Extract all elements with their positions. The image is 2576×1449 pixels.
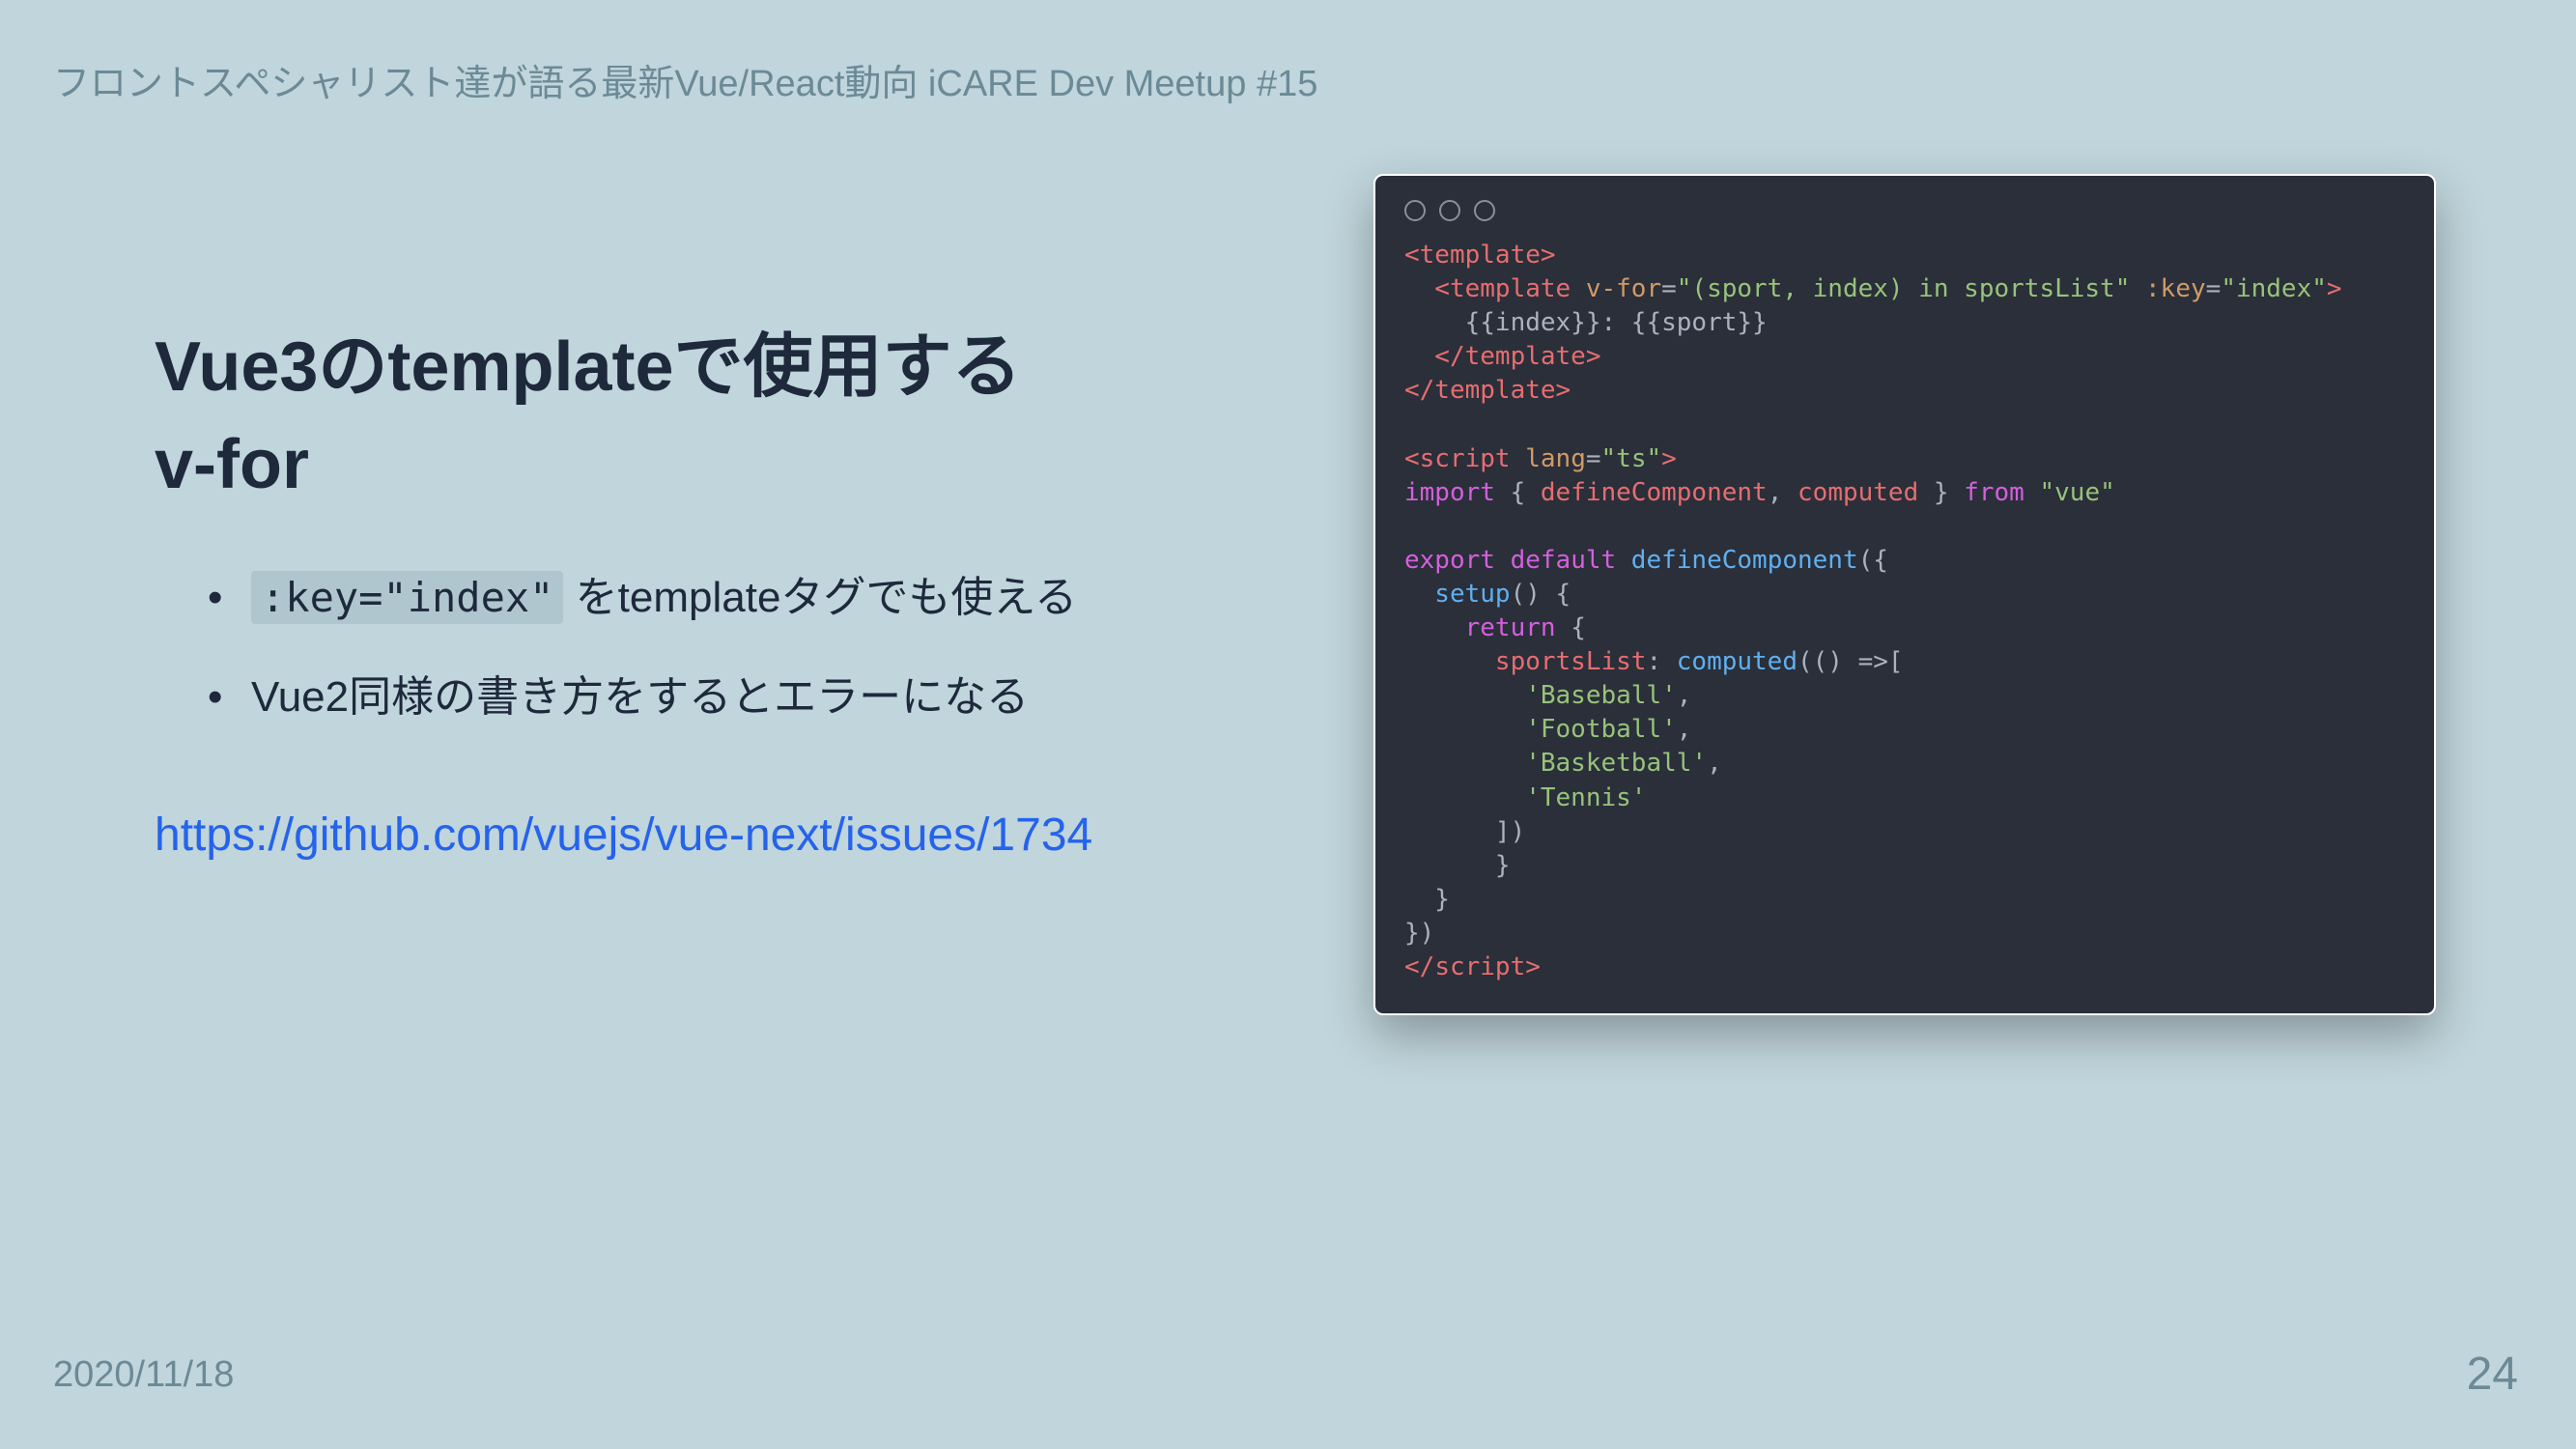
window-controls: [1375, 176, 2434, 239]
list-item: :key="index" をtemplateタグでも使える: [208, 557, 1169, 639]
list-item: Vue2同様の書き方をするとエラーになる: [208, 657, 1169, 738]
page-number: 24: [2467, 1348, 2518, 1401]
code-window: <template> <template v-for="(sport, inde…: [1373, 174, 2436, 1015]
text-content: Vue3のtemplateで使用する v-for :key="index" をt…: [155, 319, 1169, 879]
window-dot-close-icon: [1404, 200, 1426, 221]
code-panel: <template> <template v-for="(sport, inde…: [1373, 174, 2436, 1015]
window-dot-maximize-icon: [1474, 200, 1495, 221]
bullet-list: :key="index" をtemplateタグでも使える Vue2同様の書き方…: [208, 557, 1169, 738]
list-text: をtemplateタグでも使える: [563, 574, 1077, 621]
footer-date: 2020/11/18: [53, 1354, 234, 1396]
code-content: <template> <template v-for="(sport, inde…: [1375, 239, 2434, 1013]
reference-link[interactable]: https://github.com/vuejs/vue-next/issues…: [155, 791, 1169, 879]
window-dot-minimize-icon: [1439, 200, 1460, 221]
slide-header: フロントスペシャリスト達が語る最新Vue/React動向 iCARE Dev M…: [53, 53, 1317, 106]
inline-code: :key="index": [251, 571, 563, 624]
slide-title: Vue3のtemplateで使用する v-for: [155, 319, 1169, 514]
